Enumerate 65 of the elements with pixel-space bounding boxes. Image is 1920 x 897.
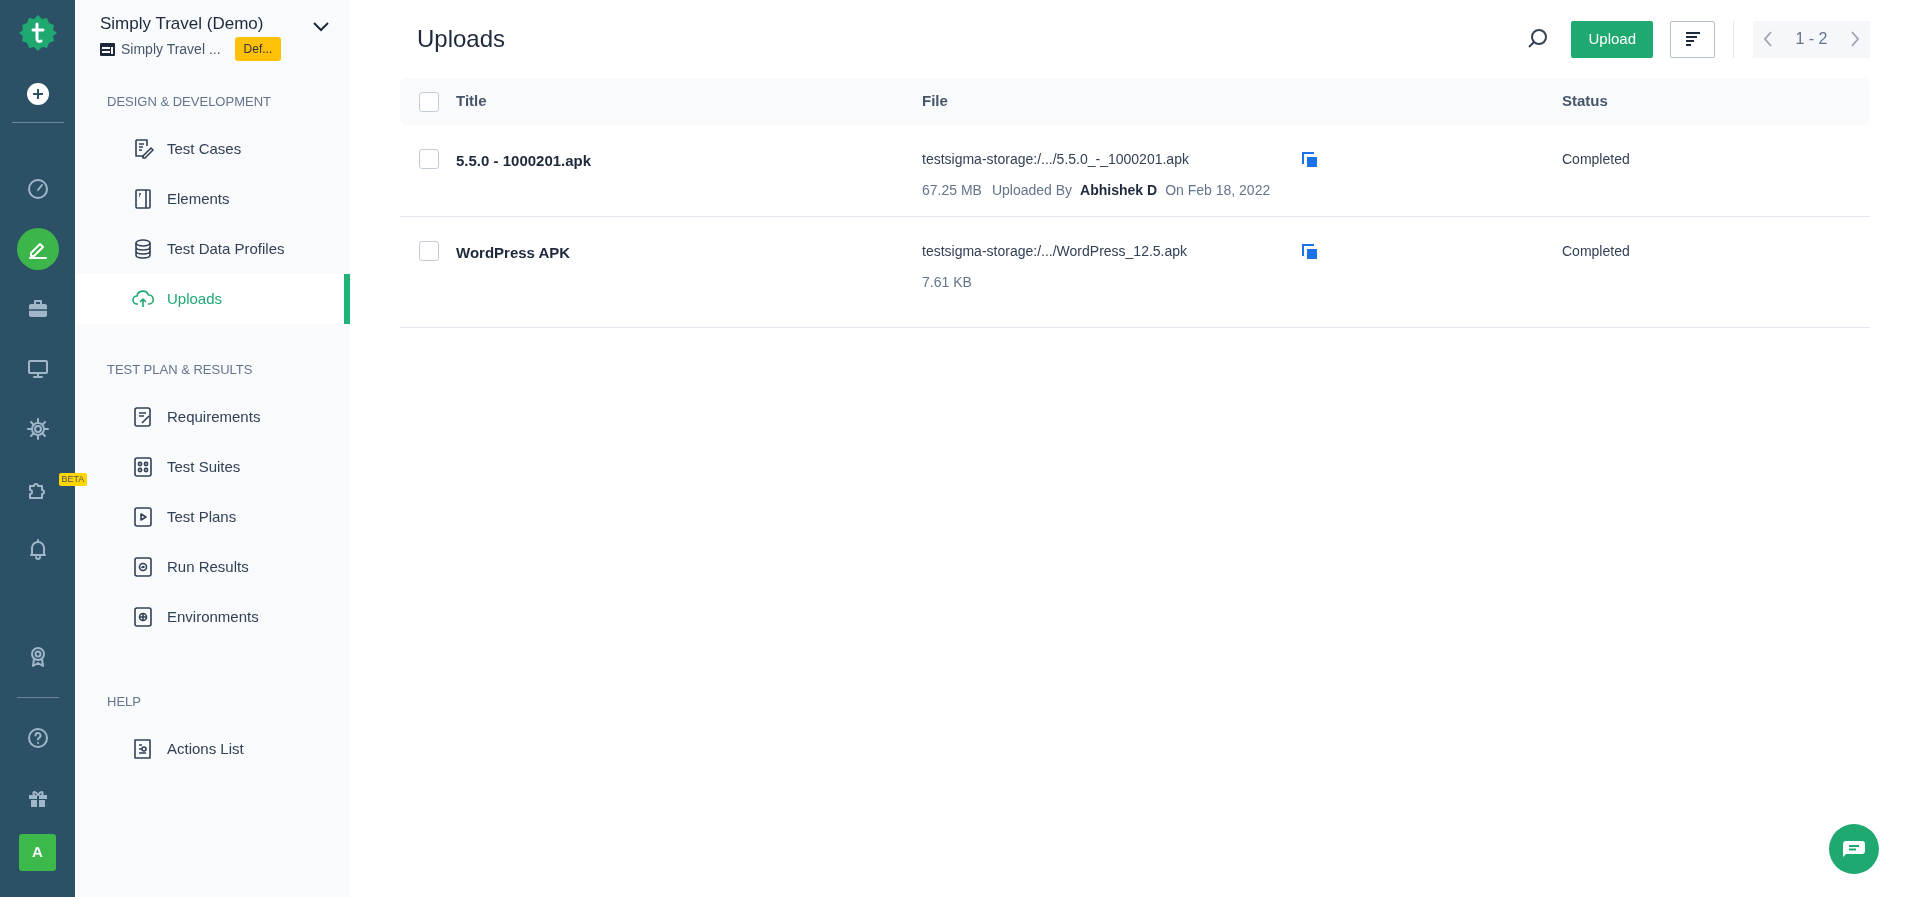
default-tag: Def...: [234, 37, 282, 61]
title-cell-text: 5.5.0 - 1000201.apk: [456, 151, 593, 171]
monitor-icon: [25, 357, 50, 381]
uploaded-by-label: Uploaded By: [991, 181, 1073, 200]
sort-button[interactable]: [1670, 20, 1715, 58]
section-heading: DESIGN & DEVELOPMENT: [106, 93, 272, 110]
database-icon: [132, 238, 154, 260]
sidebar-item[interactable]: Actions List: [75, 724, 350, 774]
copy-icon[interactable]: [1302, 243, 1318, 260]
chat-icon: [1842, 840, 1866, 858]
workspace-dropdown[interactable]: [312, 21, 330, 33]
sidebar-item[interactable]: Environments: [75, 592, 350, 642]
globe-file-icon: [132, 606, 154, 628]
sidebar-item[interactable]: Run Results: [75, 542, 350, 592]
column-header: File: [922, 91, 949, 112]
sort-icon: [1684, 31, 1701, 47]
project-name: Simply Travel ...: [121, 39, 221, 59]
document-edit-icon: [132, 406, 154, 428]
status-cell-text: Completed: [1562, 150, 1631, 169]
column-header: Status: [1562, 91, 1609, 112]
sidebar-item[interactable]: Elements: [75, 174, 350, 224]
title-cell-text: WordPress APK: [456, 243, 572, 263]
project-icon: [100, 42, 115, 56]
chart-file-icon: [132, 556, 154, 578]
page-title: Uploads: [417, 24, 507, 54]
grid-icon: [132, 456, 154, 478]
plus-icon: [31, 88, 44, 100]
previous-page-button[interactable]: [1763, 31, 1773, 47]
next-page-button[interactable]: [1850, 31, 1860, 47]
logo-icon: [17, 13, 58, 53]
page-range: 1 - 2: [1795, 29, 1828, 49]
add-button[interactable]: [26, 83, 49, 105]
section-heading: HELP: [106, 693, 142, 710]
gear-icon: [25, 417, 50, 441]
chevron-right-icon: [1850, 31, 1860, 47]
sidebar-item[interactable]: Test Data Profiles: [75, 224, 350, 274]
checkbox[interactable]: [419, 149, 439, 169]
checkbox[interactable]: [419, 241, 439, 261]
pencil-nav-button[interactable]: [16, 228, 59, 270]
chevron-down-icon: [312, 21, 330, 33]
cloud-upload-icon: [132, 288, 154, 310]
sidebar-item[interactable]: Test Cases: [75, 124, 350, 174]
copy-icon[interactable]: [1302, 151, 1318, 168]
panel-icon: [132, 188, 154, 210]
chevron-left-icon: [1763, 31, 1773, 47]
list-file-icon: [132, 738, 154, 760]
file-size: 7.61 KB: [922, 273, 972, 292]
file-path: testsigma-storage:/.../WordPress_12.5.apk: [922, 242, 1189, 261]
document-edit-icon: [132, 138, 154, 160]
play-file-icon: [132, 506, 154, 528]
sidebar-item[interactable]: Requirements: [75, 392, 350, 442]
help-icon: [25, 726, 50, 750]
upload-date: On Feb 18, 2022: [1165, 181, 1271, 200]
uploader-name: Abhishek D: [1080, 181, 1158, 200]
file-size: 67.25 MB: [922, 181, 982, 200]
checkbox[interactable]: [419, 91, 439, 112]
section-heading: TEST PLAN & RESULTS: [106, 361, 254, 378]
column-header: Title: [456, 91, 488, 112]
chat-button[interactable]: [1829, 824, 1879, 874]
sidebar-item[interactable]: Test Plans: [75, 492, 350, 542]
status-cell-text: Completed: [1562, 242, 1631, 261]
workspace-name: Simply Travel (Demo): [100, 13, 265, 35]
gauge-icon: [25, 177, 50, 201]
beta-badge: BETA: [58, 473, 88, 486]
file-path: testsigma-storage:/.../5.5.0_-_1000201.apk: [922, 150, 1190, 169]
